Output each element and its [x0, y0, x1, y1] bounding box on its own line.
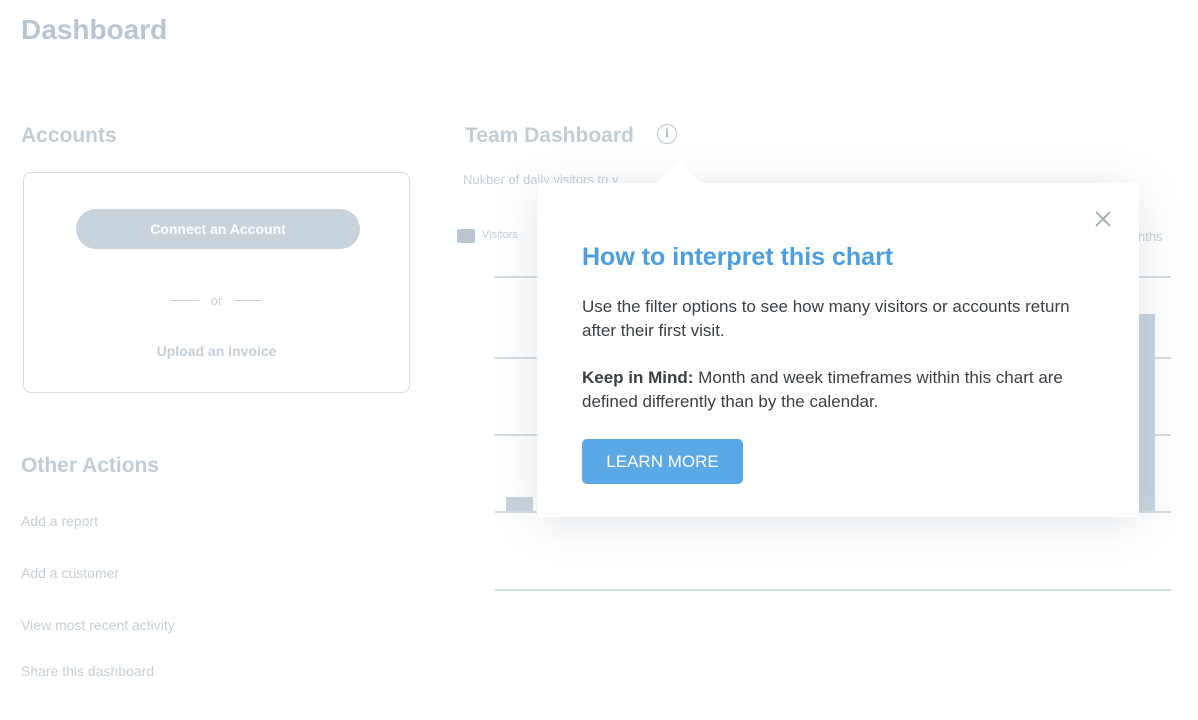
legend-label-visitors: Visitors [482, 229, 518, 241]
info-icon[interactable]: i [657, 124, 677, 144]
chart-bar [1139, 314, 1155, 511]
view-recent-activity-link[interactable]: View most recent activity [21, 617, 175, 633]
upload-invoice-link[interactable]: Upload an Invoice [24, 343, 409, 359]
or-label: or [210, 293, 223, 308]
other-actions-title: Other Actions [21, 454, 160, 477]
add-report-link[interactable]: Add a report [21, 513, 98, 529]
chart-bar [506, 497, 533, 511]
popover-note: Keep in Mind: Month and week timeframes … [582, 366, 1112, 414]
learn-more-button[interactable]: LEARN MORE [582, 439, 743, 484]
legend-swatch [457, 229, 475, 243]
team-dashboard-title: Team Dashboard [465, 124, 634, 147]
close-icon[interactable] [1091, 207, 1115, 231]
connect-account-button[interactable]: Connect an Account [76, 209, 360, 249]
popover-arrow [657, 161, 701, 183]
divider-line [234, 300, 263, 301]
popover-title: How to interpret this chart [582, 243, 894, 271]
chart-gridline [495, 589, 1171, 591]
popover-body: Use the filter options to see how many v… [582, 297, 1070, 340]
chart-help-popover: How to interpret this chart Use the filt… [537, 161, 1139, 517]
note-label: Keep in Mind: [582, 368, 694, 387]
add-customer-link[interactable]: Add a customer [21, 565, 119, 581]
accounts-title: Accounts [21, 124, 117, 147]
accounts-card: Connect an Account or Upload an Invoice [23, 172, 410, 393]
or-divider: or [24, 293, 409, 308]
timeframe-filter[interactable]: nths [1138, 229, 1163, 244]
share-dashboard-link[interactable]: Share this dashboard [21, 663, 154, 679]
divider-line [170, 300, 199, 301]
page-title: Dashboard [21, 14, 168, 45]
